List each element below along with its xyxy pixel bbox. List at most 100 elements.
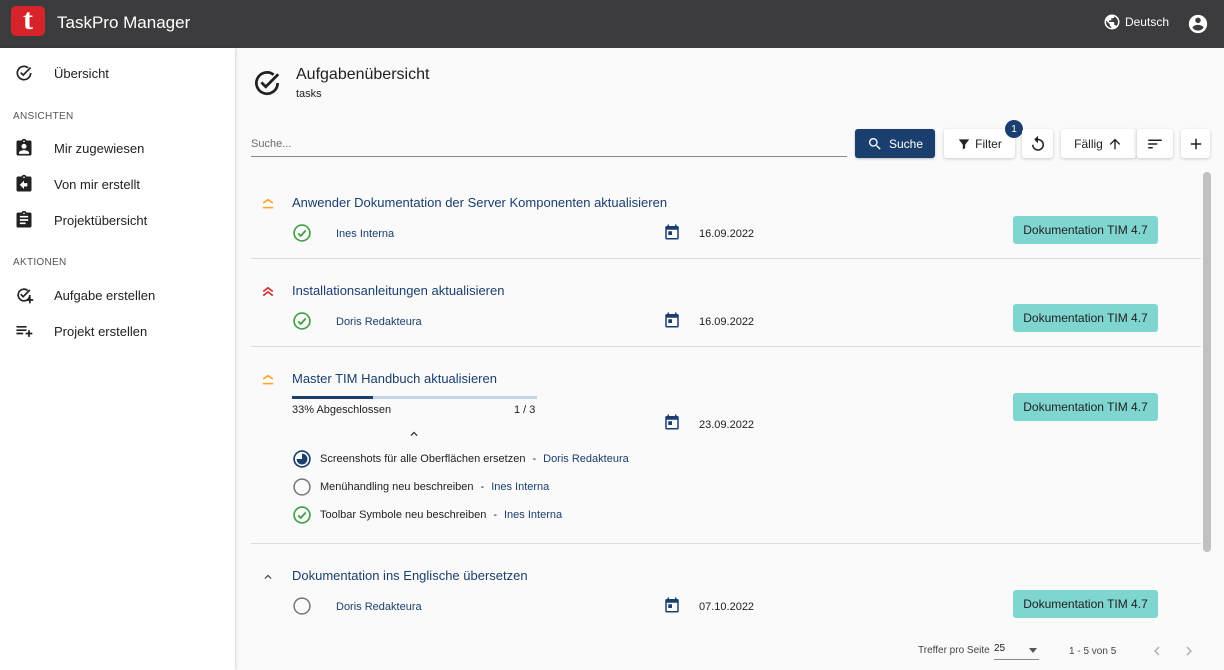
due-date: 16.09.2022 [699, 316, 755, 328]
sidebar-item-label: Von mir erstellt [54, 176, 140, 192]
logo-letter: t [23, 3, 33, 36]
subtask-row[interactable]: Menühandling neu beschreiben - Ines Inte… [292, 477, 549, 497]
status-done-icon[interactable] [292, 223, 312, 243]
task-title[interactable]: Installationsanleitungen aktualisieren [292, 283, 504, 298]
task-row[interactable]: Dokumentation ins Englische übersetzen D… [251, 544, 1201, 632]
assignment-icon [16, 210, 32, 228]
priority-medium-icon [262, 374, 274, 385]
sidebar-item-label: Übersicht [54, 65, 109, 81]
sidebar-item-label: Projektübersicht [54, 212, 148, 228]
search-icon [868, 137, 881, 150]
assignment-return-icon [16, 174, 32, 192]
separator: - [532, 453, 537, 465]
sidebar-item-create-task[interactable]: Aufgabe erstellen [0, 279, 235, 311]
section-title-actions: AKTIONEN [13, 257, 67, 268]
separator: - [493, 509, 497, 521]
app-bar: t TaskPro Manager Deutsch [0, 0, 1224, 48]
task-title[interactable]: Anwender Dokumentation der Server Kompon… [292, 195, 667, 210]
app-logo[interactable]: t [11, 3, 45, 36]
due-date: 23.09.2022 [699, 419, 755, 431]
next-page-icon[interactable] [1180, 642, 1198, 660]
task-row[interactable]: Anwender Dokumentation der Server Kompon… [251, 172, 1201, 259]
task-title[interactable]: Master TIM Handbuch aktualisieren [292, 371, 497, 386]
search-button[interactable]: Suche [855, 129, 935, 158]
priority-medium-icon [262, 198, 274, 209]
calendar-icon [665, 312, 679, 328]
calendar-icon [665, 597, 679, 613]
account-button[interactable] [1187, 13, 1209, 40]
sort-icon [1148, 139, 1162, 148]
priority-low-icon [264, 574, 272, 579]
sidebar-item-assigned[interactable]: Mir zugewiesen [0, 132, 235, 164]
arrow-up-icon [1109, 138, 1121, 149]
project-tag[interactable]: Dokumentation TIM 4.7 [1013, 393, 1158, 421]
assignee-link[interactable]: Ines Interna [491, 481, 549, 493]
add-task-button[interactable] [1181, 129, 1210, 158]
sort-field-label: Fällig [1074, 136, 1103, 151]
language-selector[interactable]: Deutsch [1103, 13, 1169, 31]
sidebar-item-label: Projekt erstellen [54, 323, 148, 339]
subtask-row[interactable]: Screenshots für alle Oberflächen ersetze… [292, 449, 629, 469]
task-row[interactable]: Installationsanleitungen aktualisieren D… [251, 259, 1201, 347]
filter-button-label: Filter [975, 136, 1002, 151]
sidebar-item-project-overview[interactable]: Projektübersicht [0, 204, 235, 236]
plus-icon [1190, 138, 1201, 149]
filter-button[interactable]: Filter [944, 129, 1015, 158]
subtask-title: Screenshots für alle Oberflächen ersetze… [320, 453, 526, 465]
page-range: 1 - 5 von 5 [1069, 646, 1117, 657]
project-tag[interactable]: Dokumentation TIM 4.7 [1013, 216, 1158, 244]
progress-bar [292, 396, 537, 399]
project-tag[interactable]: Dokumentation TIM 4.7 [1013, 590, 1158, 618]
assignment-ind-icon [16, 138, 32, 156]
task-title[interactable]: Dokumentation ins Englische übersetzen [292, 568, 528, 583]
subtask-title: Menühandling neu beschreiben [320, 481, 474, 493]
task-check-icon [255, 71, 280, 95]
sort-options-button[interactable] [1136, 129, 1173, 158]
priority-high-icon [262, 286, 274, 297]
globe-icon [1104, 14, 1120, 30]
task-row[interactable]: Master TIM Handbuch aktualisieren 33% Ab… [251, 347, 1201, 544]
assignee-link[interactable]: Doris Redakteura [336, 316, 422, 328]
search-button-label: Suche [888, 136, 924, 151]
assignee-link[interactable]: Doris Redakteura [543, 453, 629, 465]
page-size-select[interactable]: 25 [994, 643, 1039, 660]
add-task-icon [17, 288, 34, 304]
due-date: 16.09.2022 [699, 228, 755, 240]
project-tag[interactable]: Dokumentation TIM 4.7 [1013, 304, 1158, 332]
sort-field-button[interactable]: Fällig [1061, 129, 1136, 158]
dropdown-caret-icon [1029, 648, 1037, 653]
status-open-icon[interactable] [292, 596, 312, 616]
status-open-icon[interactable] [292, 477, 312, 497]
separator: - [480, 481, 485, 493]
sidebar-item-label: Aufgabe erstellen [54, 287, 156, 303]
reset-button[interactable] [1022, 129, 1053, 158]
sidebar-item-label: Mir zugewiesen [54, 140, 145, 156]
status-in-progress-icon[interactable] [292, 449, 312, 469]
playlist-add-icon [16, 326, 33, 337]
calendar-icon [665, 414, 679, 430]
list-scrollbar[interactable] [1203, 172, 1211, 552]
assignee-link[interactable]: Ines Interna [504, 509, 562, 521]
search-field [251, 133, 847, 157]
sidebar-item-create-project[interactable]: Projekt erstellen [0, 315, 235, 347]
status-done-icon[interactable] [292, 311, 312, 331]
calendar-icon [665, 224, 679, 240]
account-circle-icon [1188, 14, 1208, 34]
subtask-row[interactable]: Toolbar Symbole neu beschreiben - Ines I… [292, 505, 562, 525]
sidebar-item-overview[interactable]: Übersicht [0, 57, 235, 89]
search-input[interactable] [251, 133, 847, 155]
section-title-views: ANSICHTEN [13, 111, 74, 122]
page-title: Aufgabenübersicht [296, 66, 430, 83]
previous-page-icon[interactable] [1148, 642, 1166, 660]
status-done-icon[interactable] [292, 505, 312, 525]
collapse-chevron-up-icon[interactable] [407, 427, 421, 441]
sidebar-item-created-by-me[interactable]: Von mir erstellt [0, 168, 235, 200]
assignee-link[interactable]: Doris Redakteura [336, 601, 422, 613]
progress-bar-fill [292, 396, 373, 399]
progress-count: 1 / 3 [514, 404, 536, 416]
due-date: 07.10.2022 [699, 601, 755, 613]
page-subtitle: tasks [296, 88, 322, 100]
page-size-label: Treffer pro Seite [918, 645, 990, 656]
task-list: Anwender Dokumentation der Server Kompon… [251, 172, 1201, 632]
assignee-link[interactable]: Ines Interna [336, 228, 394, 240]
